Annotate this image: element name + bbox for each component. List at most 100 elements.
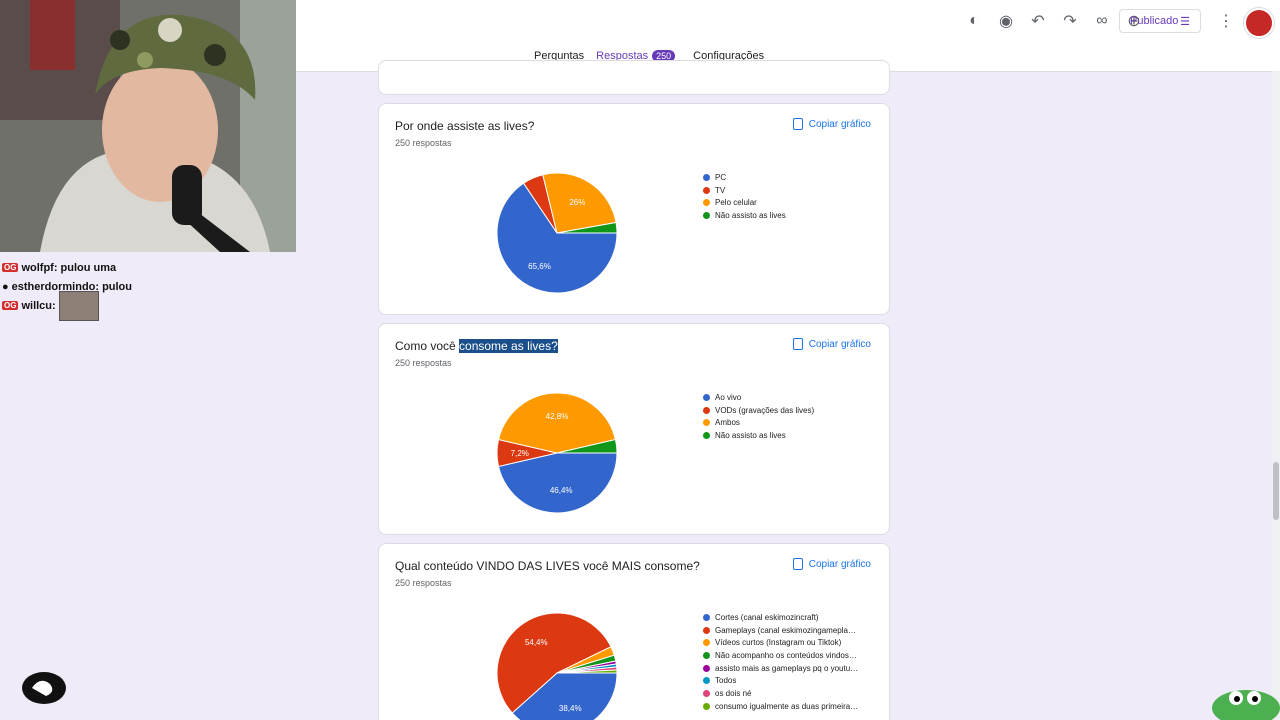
legend-label: Não acompanho os conteúdos vindos… (715, 650, 857, 660)
chat-username: willcu: (21, 299, 56, 312)
legend-dot (703, 689, 710, 697)
selected-text[interactable]: consome as lives? (459, 339, 558, 353)
legend-dot (703, 419, 710, 427)
legend-label: assisto mais as gameplays pq o youtu… (715, 663, 859, 673)
chat-emote-image (58, 290, 99, 321)
og-badge-icon: OG (2, 301, 19, 310)
legend-label: Ao vivo (715, 392, 742, 402)
slice-data-label: 42,8% (546, 412, 569, 421)
tune-icon: ☰ (1180, 15, 1190, 28)
stream-chat-overlay: OG wolfpf: pulou uma ● estherdormindo: p… (2, 258, 132, 321)
legend-dot (703, 626, 710, 634)
legend-label: Não assisto as lives (715, 210, 786, 220)
legend-item: Cortes (canal eskimozincraft) (703, 611, 858, 624)
chart-legend: Cortes (canal eskimozincraft) Gameplays … (703, 611, 858, 713)
legend-item: Pelo celular (703, 196, 786, 209)
copy-label: Copiar gráfico (808, 338, 871, 350)
legend-dot (703, 651, 710, 659)
legend-dot (703, 393, 710, 401)
legend-dot (703, 664, 710, 672)
scrollbar-thumb[interactable] (1273, 462, 1279, 520)
pie-chart: 65,6% 26% (496, 172, 618, 294)
previous-question-card (378, 60, 890, 95)
legend-item: Todos (703, 674, 858, 687)
link-icon[interactable]: ∞ (1086, 9, 1118, 33)
copy-label: Copiar gráfico (808, 558, 871, 570)
chart-legend: PC TV Pelo celular Não assisto as lives (703, 171, 786, 222)
emote-icon: ● (2, 280, 9, 293)
question-card-2: Como você consome as lives? 250 resposta… (378, 323, 890, 535)
publish-button[interactable]: Publicado ☰ (1119, 9, 1201, 33)
og-badge-icon: OG (2, 263, 19, 272)
avatar[interactable] (1244, 8, 1274, 38)
slice-data-label: 65,6% (528, 262, 551, 271)
legend-item: PC (703, 171, 786, 184)
legend-item: Gameplays (canal eskimozingamepla… (703, 624, 858, 637)
pie-chart: 46,4% 7,2% 42,8% (496, 392, 618, 514)
chat-username: wolfpf: (21, 261, 58, 274)
slice-data-label: 7,2% (511, 449, 529, 458)
question-title: Por onde assiste as lives? (395, 119, 535, 133)
copy-chart-button[interactable]: Copiar gráfico (792, 338, 871, 350)
legend-item: VODs (gravações das lives) (703, 404, 814, 417)
legend-label: Ambos (715, 418, 740, 428)
chat-message: OG willcu: (2, 290, 132, 321)
copy-label: Copiar gráfico (808, 118, 871, 130)
legend-item: Não acompanho os conteúdos vindos… (703, 649, 858, 662)
copy-icon (792, 558, 803, 570)
legend-dot (703, 677, 710, 685)
undo-icon[interactable]: ↶ (1022, 9, 1054, 33)
question-title: Como você consome as lives? (395, 339, 558, 353)
legend-dot (703, 173, 710, 181)
legend-dot (703, 186, 710, 194)
webcam-overlay (0, 0, 296, 252)
pie-chart: 38,4% 54,4% (496, 612, 618, 720)
more-options-icon[interactable]: ⋮ (1218, 11, 1234, 31)
legend-label: Não assisto as lives (715, 430, 786, 440)
legend-label: Gameplays (canal eskimozingamepla… (715, 625, 856, 635)
question-title: Qual conteúdo VINDO DAS LIVES você MAIS … (395, 559, 700, 573)
legend-label: consumo igualmente as duas primeira… (715, 701, 859, 711)
legend-dot (703, 431, 710, 439)
title-text: Como você (395, 339, 460, 353)
legend-label: Vídeos curtos (Instagram ou Tiktok) (715, 638, 842, 648)
chat-message: OG wolfpf: pulou uma (2, 258, 132, 277)
copy-chart-button[interactable]: Copiar gráfico (792, 558, 871, 570)
copy-icon (792, 338, 803, 350)
legend-dot (703, 211, 710, 219)
legend-dot (703, 639, 710, 647)
waving-hand-emote-icon (22, 672, 66, 704)
legend-dot (703, 406, 710, 414)
legend-item: Ao vivo (703, 391, 814, 404)
legend-item: Vídeos curtos (Instagram ou Tiktok) (703, 636, 858, 649)
legend-label: TV (715, 185, 726, 195)
copy-chart-button[interactable]: Copiar gráfico (792, 118, 871, 130)
response-count: 250 respostas (395, 578, 452, 588)
legend-dot (703, 613, 710, 621)
page-scrollbar[interactable] (1272, 71, 1280, 720)
slice-data-label: 38,4% (559, 704, 582, 713)
legend-item: os dois né (703, 687, 858, 700)
chat-text: pulou uma (60, 261, 117, 274)
legend-label: os dois né (715, 688, 752, 698)
legend-label: Pelo celular (715, 198, 757, 208)
preview-eye-icon[interactable]: ◉ (990, 9, 1022, 33)
webcam-person-image (0, 0, 296, 252)
slice-data-label: 26% (569, 198, 585, 207)
legend-item: Ambos (703, 416, 814, 429)
legend-label: Todos (715, 676, 737, 686)
slice-data-label: 46,4% (550, 486, 573, 495)
response-count: 250 respostas (395, 138, 452, 148)
copy-icon (792, 118, 803, 130)
palette-icon[interactable]: ◐ (958, 9, 990, 33)
legend-item: Não assisto as lives (703, 209, 786, 222)
legend-dot (703, 702, 710, 710)
question-card-3: Qual conteúdo VINDO DAS LIVES você MAIS … (378, 543, 890, 720)
slice-data-label: 54,4% (525, 638, 548, 647)
legend-item: assisto mais as gameplays pq o youtu… (703, 662, 858, 675)
publish-label: Publicado (1130, 15, 1179, 27)
redo-icon[interactable]: ↷ (1054, 9, 1086, 33)
legend-label: Cortes (canal eskimozincraft) (715, 612, 819, 622)
chat-text: pulou (102, 280, 132, 293)
legend-dot (703, 199, 710, 207)
